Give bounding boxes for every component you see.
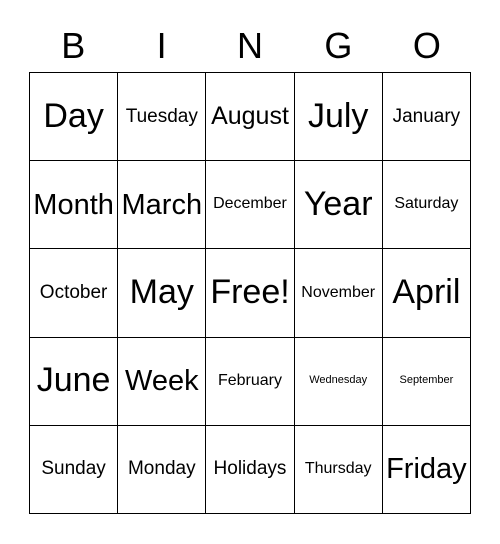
bingo-cell-label: Week: [124, 364, 199, 397]
bingo-cell-label: Free!: [210, 273, 290, 312]
bingo-header: B I N G O: [29, 20, 471, 72]
bingo-cell[interactable]: June: [30, 337, 119, 426]
bingo-cell[interactable]: July: [294, 73, 383, 162]
bingo-cell[interactable]: Sunday: [30, 425, 119, 514]
bingo-cell-label: Month: [33, 188, 114, 221]
header-letter-i: I: [117, 20, 205, 72]
bingo-cell[interactable]: Saturday: [382, 161, 471, 250]
bingo-cell-label: Year: [303, 184, 373, 223]
bingo-cell[interactable]: Holidays: [206, 425, 295, 514]
header-letter-n-text: N: [237, 25, 264, 66]
bingo-cell-label: Friday: [386, 453, 467, 486]
bingo-cell-label: Wednesday: [309, 374, 368, 387]
bingo-cell[interactable]: Wednesday: [294, 337, 383, 426]
bingo-cell[interactable]: December: [206, 161, 295, 250]
bingo-cell[interactable]: Week: [118, 337, 207, 426]
bingo-cell-label: Holidays: [213, 458, 287, 480]
bingo-cell[interactable]: August: [206, 73, 295, 162]
bingo-cell-label: March: [121, 188, 203, 221]
bingo-cell[interactable]: Monday: [118, 425, 207, 514]
bingo-card: B I N G O Day Tuesday August July Januar…: [0, 0, 500, 544]
bingo-cell-label: Tuesday: [125, 105, 198, 127]
bingo-cell-label: February: [217, 371, 282, 389]
bingo-cell-label: November: [301, 283, 376, 301]
header-letter-i-text: I: [156, 25, 167, 66]
bingo-cell[interactable]: Year: [294, 161, 383, 250]
bingo-cell-label: October: [39, 282, 108, 304]
bingo-cell[interactable]: Friday: [382, 425, 471, 514]
bingo-cell[interactable]: September: [382, 337, 471, 426]
bingo-cell-label: April: [392, 273, 461, 312]
bingo-cell[interactable]: Thursday: [294, 425, 383, 514]
bingo-cell[interactable]: Tuesday: [118, 73, 207, 162]
bingo-cell[interactable]: October: [30, 249, 119, 338]
bingo-cell-label: June: [36, 361, 111, 400]
bingo-cell[interactable]: February: [206, 337, 295, 426]
bingo-cell[interactable]: March: [118, 161, 207, 250]
bingo-grid: Day Tuesday August July January Month Ma…: [29, 72, 471, 514]
bingo-cell-free[interactable]: Free!: [206, 249, 295, 338]
bingo-cell[interactable]: April: [382, 249, 471, 338]
bingo-cell-label: September: [399, 374, 454, 387]
bingo-cell-label: Sunday: [41, 458, 106, 480]
header-letter-b: B: [29, 20, 117, 72]
bingo-cell-label: December: [213, 195, 287, 213]
bingo-cell-label: Thursday: [304, 459, 372, 477]
bingo-cell-label: July: [307, 96, 369, 135]
bingo-cell-label: August: [211, 102, 289, 131]
header-letter-g-text: G: [324, 25, 353, 66]
bingo-cell-label: Saturday: [394, 195, 459, 213]
bingo-cell[interactable]: Day: [30, 73, 119, 162]
header-letter-n: N: [206, 20, 294, 72]
bingo-cell-label: May: [129, 273, 194, 312]
bingo-cell-label: Day: [43, 96, 104, 135]
bingo-cell[interactable]: November: [294, 249, 383, 338]
bingo-cell-label: Monday: [127, 458, 196, 480]
bingo-cell[interactable]: May: [118, 249, 207, 338]
bingo-cell[interactable]: January: [382, 73, 471, 162]
bingo-cell-label: January: [392, 105, 461, 127]
bingo-cell[interactable]: Month: [30, 161, 119, 250]
header-letter-b-text: B: [61, 25, 86, 66]
header-letter-g: G: [294, 20, 382, 72]
header-letter-o: O: [383, 20, 471, 72]
header-letter-o-text: O: [412, 25, 441, 66]
